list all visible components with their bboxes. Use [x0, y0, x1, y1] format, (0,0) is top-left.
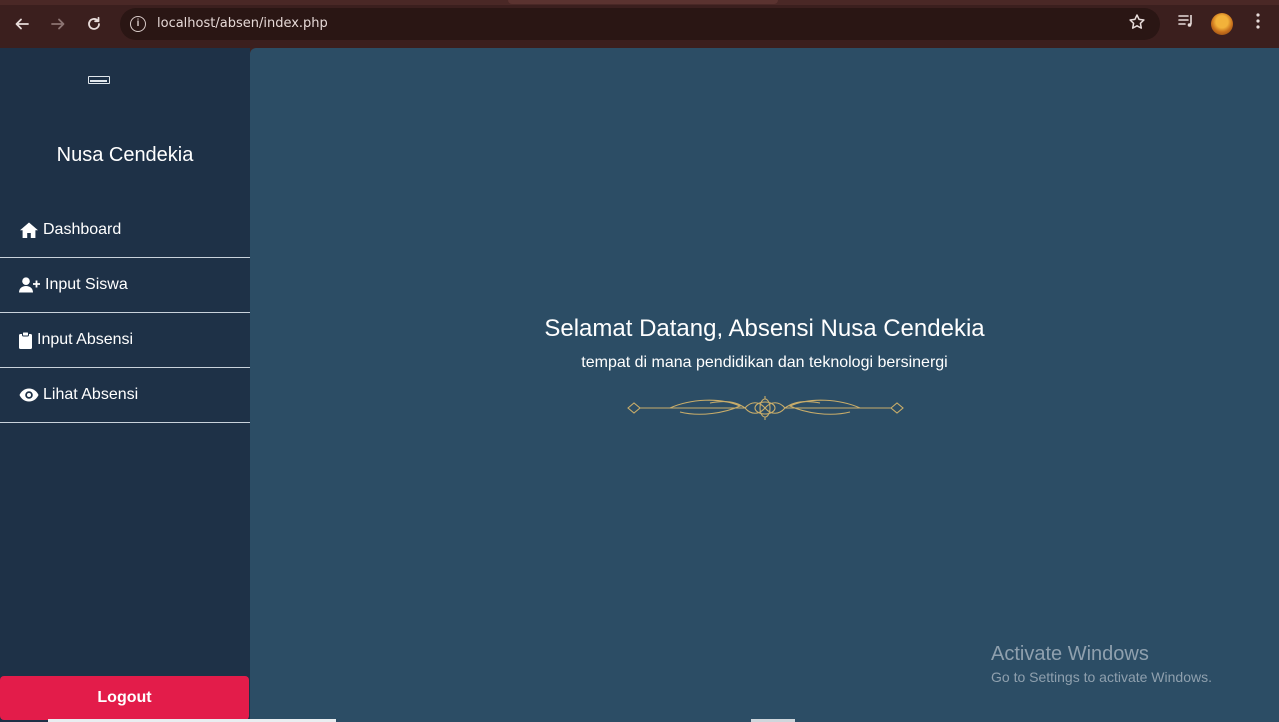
sidebar-item-label: Lihat Absensi: [43, 386, 139, 403]
sidebar-item-label: Dashboard: [43, 221, 122, 238]
address-bar[interactable]: i localhost/absen/index.php: [120, 8, 1160, 40]
ornament-divider: [627, 396, 904, 420]
welcome-subtitle: tempat di mana pendidikan dan teknologi …: [581, 354, 948, 371]
watermark-title: Activate Windows: [991, 643, 1149, 665]
reload-button[interactable]: [82, 12, 106, 36]
logout-button[interactable]: Logout: [0, 676, 249, 720]
tab-strip: [0, 0, 1279, 5]
sidebar-menu: Dashboard Input Siswa Input Absensi Liha…: [0, 203, 250, 423]
active-tab-edge[interactable]: [508, 0, 778, 4]
welcome-heading: Selamat Datang, Absensi Nusa Cendekia: [544, 315, 985, 342]
watermark-subtitle: Go to Settings to activate Windows.: [991, 669, 1212, 685]
reload-icon: [88, 16, 100, 30]
windows-activation-watermark: Activate Windows Go to Settings to activ…: [991, 643, 1212, 685]
url-text[interactable]: localhost/absen/index.php: [157, 16, 328, 31]
clipboard-icon: [19, 331, 37, 349]
back-button[interactable]: [10, 12, 34, 36]
kebab-menu-icon[interactable]: [1250, 12, 1266, 35]
main-content: Selamat Datang, Absensi Nusa Cendekia te…: [250, 48, 1279, 722]
sidebar-item-dashboard[interactable]: Dashboard: [0, 203, 250, 258]
home-icon: [19, 221, 43, 239]
forward-button[interactable]: [46, 12, 70, 36]
arrow-left-icon: [15, 18, 29, 30]
sidebar-item-input-siswa[interactable]: Input Siswa: [0, 258, 250, 313]
bookmark-star-icon[interactable]: [1128, 13, 1146, 36]
user-plus-icon: [19, 276, 45, 294]
sidebar-item-lihat-absensi[interactable]: Lihat Absensi: [0, 368, 250, 423]
logo-image: [88, 76, 110, 84]
profile-avatar[interactable]: [1211, 13, 1233, 35]
sidebar: Nusa Cendekia Dashboard Input Siswa Inpu…: [0, 48, 250, 722]
media-queue-icon[interactable]: [1177, 12, 1195, 35]
arrow-right-icon: [51, 18, 65, 30]
site-info-icon[interactable]: i: [130, 16, 146, 32]
browser-toolbar: i localhost/absen/index.php: [0, 0, 1279, 48]
eye-icon: [19, 386, 43, 404]
sidebar-item-input-absensi[interactable]: Input Absensi: [0, 313, 250, 368]
sidebar-item-label: Input Absensi: [37, 331, 134, 348]
sidebar-item-label: Input Siswa: [45, 276, 128, 293]
brand-title: Nusa Cendekia: [56, 144, 194, 166]
